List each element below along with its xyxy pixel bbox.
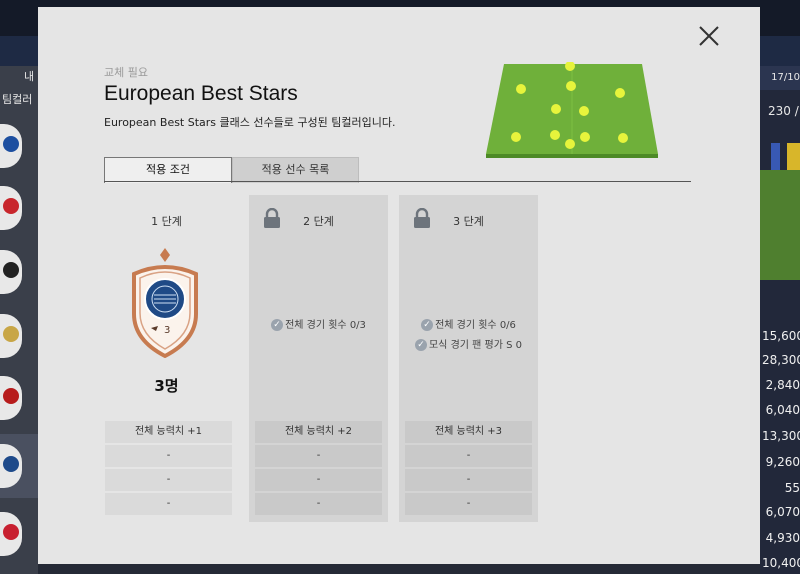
right-panel-number: 13,300 xyxy=(762,429,800,443)
right-panel-value: 230 / xyxy=(768,104,799,118)
reward-row: - xyxy=(105,445,232,467)
stage-label: 3 단계 xyxy=(453,215,484,228)
right-panel-header: 17/10 xyxy=(760,66,800,90)
reward-row: - xyxy=(105,493,232,515)
sidebar-label: 팀컬러 xyxy=(2,93,33,106)
close-icon[interactable] xyxy=(698,25,720,47)
sidebar-header-label: 내 xyxy=(24,70,35,83)
right-panel-number: 10,400 xyxy=(762,556,800,570)
reward-row: - xyxy=(105,469,232,491)
reward-list: 전체 능력치 +3 - - - xyxy=(405,421,532,517)
tab-conditions[interactable]: 적용 조건 xyxy=(104,157,232,183)
badge-level: 3 xyxy=(164,325,170,336)
condition-item: ✓ 전체 경기 횟수 0/3 xyxy=(249,316,388,331)
tab-divider xyxy=(104,181,691,182)
mini-pitch xyxy=(760,170,800,280)
reward-row: - xyxy=(405,469,532,491)
right-panel-number: 9,260 xyxy=(765,455,800,469)
reward-row: - xyxy=(405,445,532,467)
right-panel-number: 15,600 xyxy=(762,329,800,343)
team-color-sidebar xyxy=(0,66,38,574)
reward-row: 전체 능력치 +2 xyxy=(255,421,382,443)
reward-row: - xyxy=(405,493,532,515)
club-crest[interactable] xyxy=(0,376,22,420)
club-crest xyxy=(0,444,22,488)
stage-label: 2 단계 xyxy=(303,215,334,228)
modal-description: European Best Stars 클래스 선수들로 구성된 팀컬러입니다. xyxy=(104,116,396,129)
check-icon: ✓ xyxy=(414,339,427,351)
right-panel-number: 28,300 xyxy=(762,353,800,367)
right-panel-number: 6,070 xyxy=(765,505,800,519)
reward-list: 전체 능력치 +2 - - - xyxy=(255,421,382,517)
condition-text: 전체 경기 횟수 0/3 xyxy=(285,320,366,331)
club-crest[interactable] xyxy=(0,250,22,294)
stage-label: 1 단계 xyxy=(151,215,182,228)
condition-text: 전체 경기 횟수 0/6 xyxy=(435,320,516,331)
tab-player-list[interactable]: 적용 선수 목록 xyxy=(232,157,359,183)
reward-row: - xyxy=(255,493,382,515)
condition-item: ✓ 전체 경기 횟수 0/6 xyxy=(399,316,538,331)
condition-item: ✓ 모식 경기 팬 평가 S 0 xyxy=(399,336,538,351)
required-player-count: 3명 xyxy=(154,377,179,395)
stage-1-panel: 1 단계 3 3명 전체 능력치 +1 - - - xyxy=(97,195,236,522)
reward-row: 전체 능력치 +3 xyxy=(405,421,532,443)
club-crest[interactable] xyxy=(0,124,22,168)
sidebar-selected-row[interactable] xyxy=(0,434,38,498)
right-panel-number: 2,840 xyxy=(765,378,800,392)
reward-list: 전체 능력치 +1 - - - xyxy=(105,421,232,517)
right-panel-number: 55 xyxy=(784,481,800,495)
stat-bar xyxy=(771,143,780,171)
formation-pitch-icon xyxy=(486,62,658,158)
condition-text: 모식 경기 팬 평가 S 0 xyxy=(428,340,522,351)
modal-title: European Best Stars xyxy=(104,82,298,105)
club-crest[interactable] xyxy=(0,186,22,230)
status-kicker: 교체 필요 xyxy=(104,66,148,79)
stage-3-panel: 3 단계 ✓ 전체 경기 횟수 0/6 ✓ 모식 경기 팬 평가 S 0 전체 능력… xyxy=(399,195,538,522)
team-color-badge-icon: 3 xyxy=(132,248,198,358)
check-icon: ✓ xyxy=(271,319,284,331)
reward-row: 전체 능력치 +1 xyxy=(105,421,232,443)
stage-2-panel: 2 단계 ✓ 전체 경기 횟수 0/3 전체 능력치 +2 - - - xyxy=(249,195,388,522)
right-panel-number: 4,930 xyxy=(765,531,800,545)
stat-bar xyxy=(787,143,800,171)
reward-row: - xyxy=(255,445,382,467)
right-panel-number: 6,040 xyxy=(765,403,800,417)
reward-row: - xyxy=(255,469,382,491)
club-crest[interactable] xyxy=(0,314,22,358)
check-icon: ✓ xyxy=(421,319,434,331)
club-crest[interactable] xyxy=(0,512,22,556)
